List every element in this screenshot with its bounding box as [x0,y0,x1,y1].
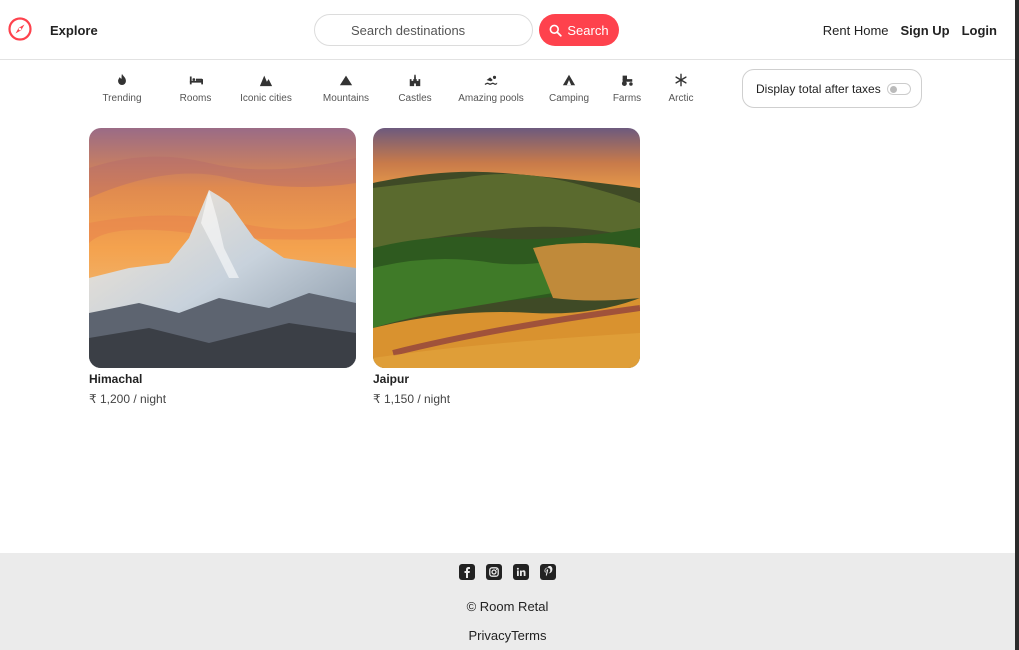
footer: © Room Retal PrivacyTerms [0,553,1015,650]
listing-title: Jaipur [373,372,410,386]
listing-card-jaipur[interactable]: Jaipur ₹ 1,150 / night [373,128,640,406]
fire-icon [114,72,130,88]
tax-toggle-switch[interactable] [886,82,911,95]
tent-icon [561,72,577,88]
bed-icon [188,72,204,88]
city-icon [258,72,274,88]
tax-toggle-label: Display total after taxes [756,81,881,96]
listing-price: ₹ 1,150 / night [373,392,451,406]
linkedin-icon[interactable] [513,564,529,580]
search-icon [549,24,563,37]
search-button[interactable]: Search [539,14,619,46]
listing-image-hills[interactable] [373,128,640,368]
facebook-icon[interactable] [459,564,475,580]
listing-image-mountain[interactable] [89,128,356,368]
filter-rooms[interactable]: Rooms [158,72,233,104]
copyright-text: © Room Retal [466,599,549,614]
search-input[interactable] [314,14,533,46]
listing-price: ₹ 1,200 / night [89,392,167,406]
filter-mountains[interactable]: Mountains [311,72,381,104]
compass-icon[interactable] [8,17,32,41]
explore-link[interactable]: Explore [50,23,98,38]
tax-toggle-box: Display total after taxes [742,69,922,108]
signup-link[interactable]: Sign Up [901,23,950,38]
instagram-icon[interactable] [486,564,502,580]
swimmer-icon [483,72,499,88]
filter-castles[interactable]: Castles [393,72,437,104]
mountain-icon [338,72,354,88]
pinterest-icon[interactable] [540,564,556,580]
castle-icon [407,72,423,88]
listing-card-himachal[interactable]: Himachal ₹ 1,200 / night [89,128,356,406]
navbar: Explore Search Rent Home Sign Up Login [0,0,1015,60]
terms-link[interactable]: Terms [511,628,546,643]
listing-title: Himachal [89,372,143,386]
filter-bar: Trending Rooms Iconic cities Mountains C… [96,72,698,104]
login-link[interactable]: Login [962,23,997,38]
filter-camping[interactable]: Camping [543,72,595,104]
window-edge [1015,0,1019,650]
filter-trending[interactable]: Trending [96,72,148,104]
filter-iconic-cities[interactable]: Iconic cities [233,72,299,104]
rent-home-link[interactable]: Rent Home [823,23,889,38]
social-links [459,564,556,580]
filter-amazing-pools[interactable]: Amazing pools [453,72,529,104]
privacy-link[interactable]: Privacy [468,628,511,643]
filter-farms[interactable]: Farms [609,72,645,104]
tractor-icon [619,72,635,88]
snowflake-icon [673,72,689,88]
filter-arctic[interactable]: Arctic [664,72,698,104]
nav-right: Rent Home Sign Up Login [823,23,997,38]
search-button-label: Search [567,22,609,38]
footer-links: PrivacyTerms [0,628,1015,643]
